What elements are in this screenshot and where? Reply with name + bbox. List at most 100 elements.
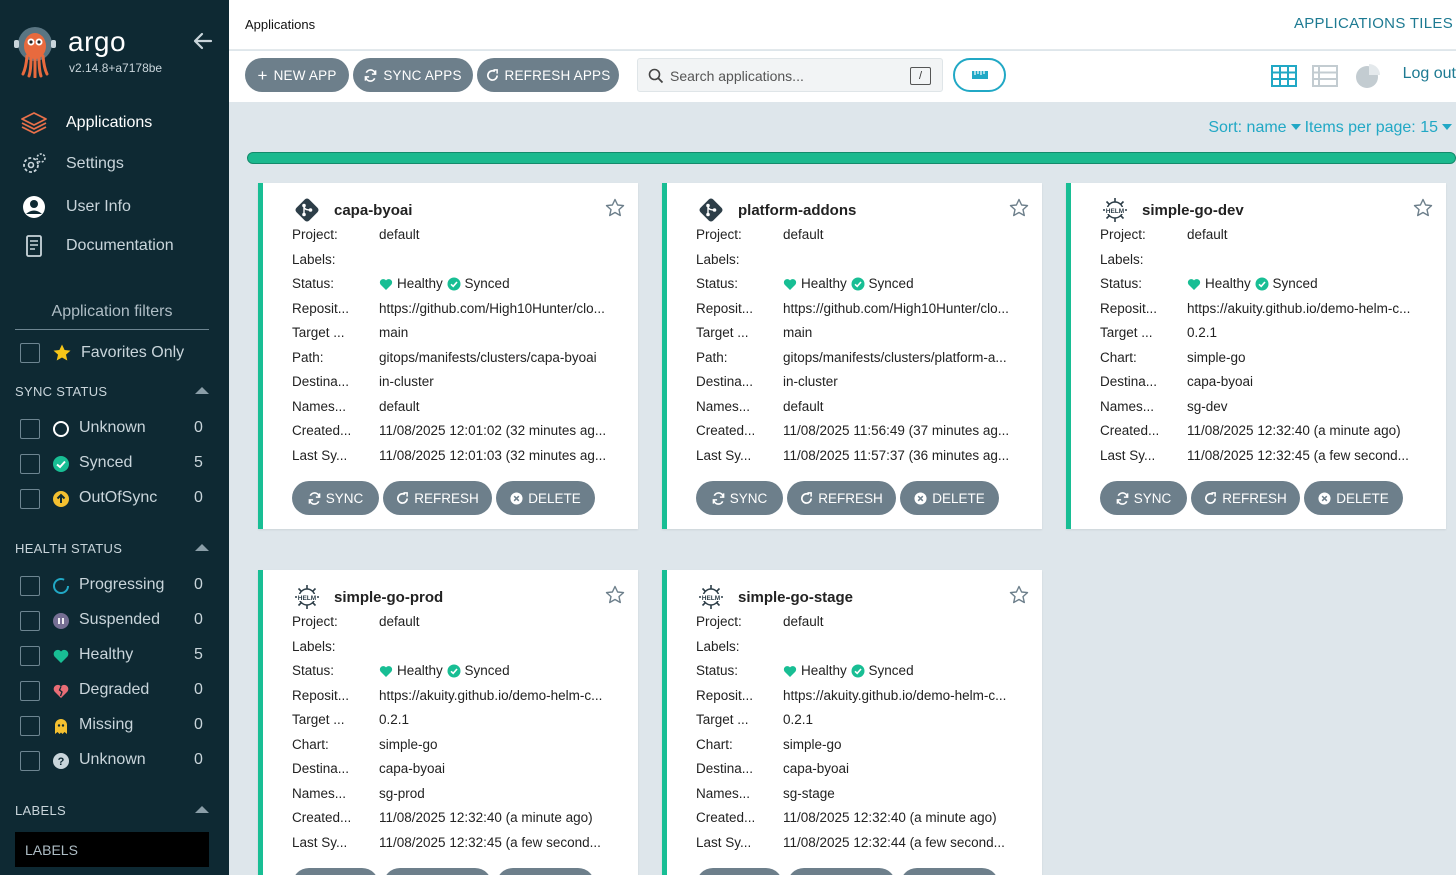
health-status: Healthy	[783, 663, 847, 678]
nav-documentation[interactable]: Documentation	[0, 227, 229, 265]
filter-count: 0	[194, 419, 203, 436]
labels-input[interactable]	[15, 832, 209, 867]
app-field-row: Labels:	[1100, 252, 1430, 272]
search-input[interactable]	[670, 65, 900, 87]
delete-button[interactable]	[900, 868, 999, 875]
star-outline-icon[interactable]	[1413, 198, 1433, 218]
app-card[interactable]: platform-addons Project: default Labels: Sta…	[662, 183, 1042, 529]
app-name[interactable]: platform-addons	[738, 202, 856, 219]
filter-checkbox[interactable]	[20, 716, 40, 736]
field-key: Reposit...	[696, 300, 754, 316]
app-name[interactable]: simple-go-dev	[1142, 202, 1244, 219]
button-label: REFRESH	[818, 490, 883, 506]
sync-button[interactable]	[696, 868, 783, 875]
field-key: Destina...	[1100, 374, 1158, 389]
button-label: SYNC	[325, 490, 364, 506]
field-value: 11/08/2025 12:32:40 (a minute ago)	[1187, 423, 1401, 438]
new-app-button[interactable]: + NEW APP	[245, 58, 349, 92]
star-outline-icon[interactable]	[1009, 585, 1029, 605]
refresh-button[interactable]: REFRESH	[787, 481, 896, 515]
filter-label: Suspended	[79, 611, 160, 628]
per-page-dropdown[interactable]: Items per page: 15	[1305, 119, 1456, 136]
sync-button[interactable]	[292, 868, 379, 875]
collapse-arrow-icon[interactable]	[192, 30, 214, 52]
field-key: Status:	[292, 276, 335, 291]
field-key: Project:	[696, 614, 742, 629]
delete-button[interactable]	[496, 868, 595, 875]
delete-button[interactable]: DELETE	[1304, 481, 1403, 515]
ruler-toggle-button[interactable]	[953, 58, 1006, 92]
filter-health-progressing[interactable]: Progressing 0	[20, 574, 210, 598]
sync-status: Synced	[447, 663, 510, 678]
filter-health-healthy[interactable]: Healthy 5	[20, 644, 210, 668]
favorites-checkbox[interactable]	[20, 343, 40, 363]
collapse-caret-icon[interactable]	[195, 544, 209, 551]
nav-applications[interactable]: Applications	[0, 104, 229, 142]
field-key: Last Sy...	[1100, 447, 1156, 463]
filter-health-unknown[interactable]: ? Unknown 0	[20, 749, 210, 773]
collapse-caret-icon[interactable]	[195, 387, 209, 394]
sync-label: Synced	[868, 663, 914, 678]
filter-checkbox[interactable]	[20, 611, 40, 631]
health-status: Healthy	[379, 276, 443, 291]
logout-link[interactable]: Log out	[1403, 65, 1456, 83]
app-card[interactable]: HELM simple-go-prod Project: default Labels:…	[258, 570, 638, 875]
star-outline-icon[interactable]	[605, 198, 625, 218]
filter-checkbox[interactable]	[20, 681, 40, 701]
collapse-caret-icon[interactable]	[195, 806, 209, 813]
app-card[interactable]: HELM simple-go-dev Project: default Labels: S…	[1066, 183, 1446, 529]
nav-settings[interactable]: Settings	[0, 145, 229, 183]
pie-chart-view-icon[interactable]	[1354, 63, 1382, 89]
sync-apps-button[interactable]: SYNC APPS	[353, 58, 473, 92]
refresh-button[interactable]	[787, 868, 896, 875]
filter-count: 0	[194, 611, 203, 628]
app-card[interactable]: HELM simple-go-stage Project: default Labels…	[662, 570, 1042, 875]
labels-header[interactable]: LABELS	[15, 803, 209, 823]
delete-button[interactable]: DELETE	[496, 481, 595, 515]
filter-checkbox[interactable]	[20, 489, 40, 509]
sort-dropdown[interactable]: Sort: name	[1208, 119, 1304, 136]
tiles-view-icon[interactable]	[1271, 65, 1297, 87]
field-value: 11/08/2025 12:32:40 (a minute ago)	[783, 810, 997, 825]
heart-icon	[53, 649, 69, 663]
filter-checkbox[interactable]	[20, 751, 40, 771]
app-name[interactable]: capa-byoai	[334, 202, 412, 219]
filter-sync-outofsync[interactable]: OutOfSync 0	[20, 487, 210, 511]
sync-status-header[interactable]: SYNC STATUS	[15, 384, 209, 404]
search-box[interactable]: /	[637, 58, 943, 92]
filter-checkbox[interactable]	[20, 454, 40, 474]
filter-sync-synced[interactable]: Synced 5	[20, 452, 210, 476]
app-name[interactable]: simple-go-stage	[738, 589, 853, 606]
sync-button[interactable]: SYNC	[292, 481, 379, 515]
sync-button[interactable]: SYNC	[696, 481, 783, 515]
breadcrumb[interactable]: Applications	[245, 17, 315, 32]
refresh-icon	[1205, 491, 1217, 504]
filter-health-suspended[interactable]: Suspended 0	[20, 609, 210, 633]
refresh-button[interactable]: REFRESH	[1191, 481, 1300, 515]
field-key: Target ...	[696, 325, 749, 340]
filter-health-missing[interactable]: Missing 0	[20, 714, 210, 738]
nav-user-info[interactable]: User Info	[0, 188, 229, 226]
filter-checkbox[interactable]	[20, 576, 40, 596]
delete-button[interactable]: DELETE	[900, 481, 999, 515]
field-key: Destina...	[292, 761, 350, 776]
app-name[interactable]: simple-go-prod	[334, 589, 443, 606]
star-outline-icon[interactable]	[605, 585, 625, 605]
app-card[interactable]: capa-byoai Project: default Labels: Status: H…	[258, 183, 638, 529]
star-outline-icon[interactable]	[1009, 198, 1029, 218]
refresh-button[interactable]: REFRESH	[383, 481, 492, 515]
favorites-filter[interactable]: Favorites Only	[20, 341, 184, 365]
sync-button[interactable]: SYNC	[1100, 481, 1187, 515]
health-status-header[interactable]: HEALTH STATUS	[15, 541, 209, 561]
filter-health-degraded[interactable]: Degraded 0	[20, 679, 210, 703]
app-field-row: Status: Healthy Synced	[696, 276, 1026, 296]
list-view-icon[interactable]	[1312, 65, 1338, 87]
field-key: Names...	[1100, 398, 1155, 414]
sync-status: Synced	[447, 276, 510, 291]
filter-checkbox[interactable]	[20, 419, 40, 439]
refresh-apps-button[interactable]: REFRESH APPS	[477, 58, 619, 92]
filter-sync-unknown[interactable]: Unknown 0	[20, 417, 210, 441]
refresh-button[interactable]	[383, 868, 492, 875]
button-label: SYNC	[729, 490, 768, 506]
filter-checkbox[interactable]	[20, 646, 40, 666]
